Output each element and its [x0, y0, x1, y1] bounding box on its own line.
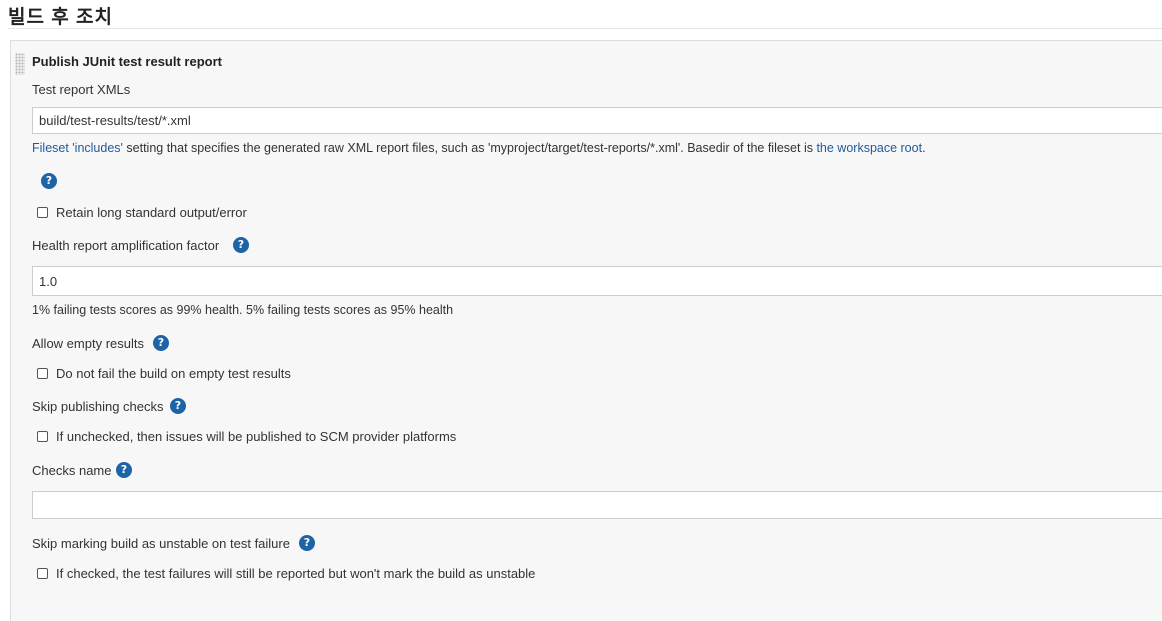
- health-factor-description: 1% failing tests scores as 99% health. 5…: [32, 303, 454, 317]
- test-report-label: Test report XMLs: [32, 82, 131, 97]
- workspace-root-link[interactable]: the workspace root: [816, 141, 922, 155]
- skip-publishing-checkbox[interactable]: [37, 431, 48, 442]
- section-header: 빌드 후 조치: [8, 0, 1162, 29]
- allow-empty-label: Allow empty results: [32, 336, 144, 351]
- allow-empty-checkbox-label: Do not fail the build on empty test resu…: [56, 366, 291, 381]
- skip-marking-checkbox-label: If checked, the test failures will still…: [56, 566, 536, 581]
- help-icon[interactable]: ?: [233, 237, 249, 253]
- checks-name-label: Checks name: [32, 463, 112, 478]
- drag-handle-icon[interactable]: [15, 53, 25, 75]
- health-factor-input[interactable]: 1.0: [32, 266, 1162, 296]
- skip-marking-label: Skip marking build as unstable on test f…: [32, 536, 290, 551]
- description-text: setting that specifies the generated raw…: [122, 141, 817, 155]
- test-report-input[interactable]: build/test-results/test/*.xml: [32, 107, 1162, 134]
- skip-marking-checkbox[interactable]: [37, 568, 48, 579]
- health-factor-label: Health report amplification factor: [32, 238, 220, 253]
- help-icon[interactable]: ?: [116, 462, 132, 478]
- test-report-value: build/test-results/test/*.xml: [39, 113, 191, 128]
- allow-empty-checkbox[interactable]: [37, 368, 48, 379]
- retain-output-label: Retain long standard output/error: [56, 205, 247, 220]
- skip-publishing-checkbox-label: If unchecked, then issues will be publis…: [56, 429, 457, 444]
- help-icon[interactable]: ?: [170, 398, 186, 414]
- description-end: .: [922, 141, 926, 155]
- publisher-title: Publish JUnit test result report: [32, 54, 222, 69]
- health-factor-value: 1.0: [39, 273, 58, 289]
- checks-name-input[interactable]: [32, 491, 1162, 519]
- section-title: 빌드 후 조치: [8, 7, 113, 28]
- help-icon[interactable]: ?: [41, 173, 57, 189]
- help-icon[interactable]: ?: [153, 335, 169, 351]
- help-icon[interactable]: ?: [299, 535, 315, 551]
- fileset-includes-link[interactable]: Fileset 'includes': [32, 141, 123, 155]
- test-report-description: Fileset 'includes' setting that specifie…: [32, 141, 926, 155]
- skip-publishing-label: Skip publishing checks: [32, 399, 164, 414]
- retain-output-checkbox[interactable]: [37, 207, 48, 218]
